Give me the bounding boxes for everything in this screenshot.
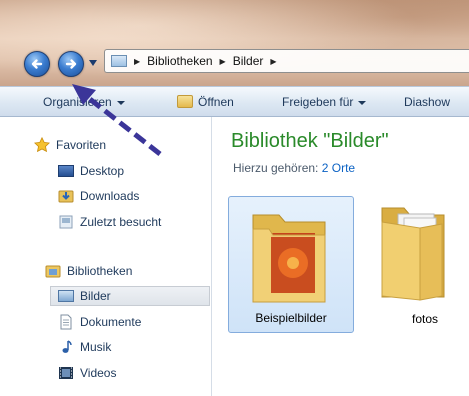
sidebar-item-videos[interactable]: Videos (58, 363, 116, 383)
star-icon (34, 137, 50, 153)
breadcrumb-separator-icon[interactable]: ▶ (134, 57, 140, 66)
videos-library-icon (59, 367, 73, 379)
chevron-down-icon (358, 100, 367, 105)
sidebar-item-favoriten[interactable]: Favoriten (34, 135, 106, 155)
sidebar-item-downloads[interactable]: Downloads (58, 186, 139, 206)
downloads-folder-icon (58, 190, 74, 203)
sidebar-item-label: Videos (80, 366, 117, 380)
sidebar-item-musik[interactable]: Musik (58, 337, 111, 357)
sidebar-item-label: Musik (80, 340, 112, 354)
recent-pages-dropdown[interactable] (89, 60, 97, 66)
folder-with-photo-icon (252, 214, 326, 303)
folder-label: Beispielbilder (255, 311, 327, 325)
breadcrumb-separator-icon[interactable]: ▶ (270, 57, 276, 66)
sidebar-item-bibliotheken[interactable]: Bibliotheken (45, 261, 132, 281)
sidebar-item-label: Desktop (80, 164, 125, 178)
folder-with-documents-icon (381, 207, 445, 301)
sidebar-item-label: Bilder (80, 289, 111, 303)
share-label: Freigeben für (282, 95, 354, 109)
breadcrumb-separator-icon[interactable]: ▶ (220, 57, 226, 66)
address-bar[interactable]: ▶ Bibliotheken ▶ Bilder ▶ (104, 49, 469, 73)
slideshow-label: Diashow (404, 95, 451, 109)
navigation-pane: Favoriten Desktop Downloads Zuletzt besu… (0, 117, 212, 396)
desktop-icon (58, 165, 74, 177)
organize-label: Organisieren (43, 95, 112, 109)
sidebar-item-label: Dokumente (80, 315, 142, 329)
content-pane: Bibliothek "Bilder" Hierzu gehören: 2 Or… (212, 117, 469, 396)
open-button[interactable]: Öffnen (177, 95, 234, 109)
breadcrumb-bilder[interactable]: Bilder (233, 54, 264, 68)
sidebar-item-label: Bibliotheken (67, 264, 133, 278)
organize-button[interactable]: Organisieren (43, 95, 125, 109)
recent-places-icon (59, 215, 73, 229)
slideshow-button[interactable]: Diashow (404, 95, 450, 109)
open-folder-icon (177, 95, 193, 108)
music-library-icon (62, 340, 72, 353)
forward-arrow-icon (65, 59, 77, 69)
breadcrumb-bibliotheken[interactable]: Bibliotheken (147, 54, 212, 68)
pictures-library-icon (58, 290, 74, 302)
share-button[interactable]: Freigeben für (282, 95, 367, 109)
sidebar-item-desktop[interactable]: Desktop (58, 161, 124, 181)
documents-library-icon (60, 314, 72, 330)
sidebar-item-label: Downloads (80, 189, 140, 203)
sidebar-item-bilder[interactable]: Bilder (50, 286, 210, 306)
folder-tile-beispielbilder[interactable]: Beispielbilder (228, 196, 354, 333)
includes-locations-link[interactable]: 2 Orte (322, 161, 355, 175)
command-bar: Organisieren Öffnen Freigeben für Diasho… (0, 86, 469, 117)
sidebar-item-dokumente[interactable]: Dokumente (58, 312, 141, 332)
sidebar-item-recent[interactable]: Zuletzt besucht (58, 212, 161, 232)
library-location-icon (111, 55, 127, 67)
libraries-icon (45, 265, 61, 278)
page-title: Bibliothek "Bilder" (231, 130, 389, 152)
library-includes: Hierzu gehören: 2 Orte (233, 161, 355, 175)
open-label: Öffnen (198, 95, 234, 109)
sidebar-item-label: Zuletzt besucht (80, 215, 162, 229)
includes-label: Hierzu gehören: (233, 161, 319, 175)
chevron-down-icon (116, 100, 125, 105)
folder-label: fotos (411, 312, 438, 326)
sidebar-item-label: Favoriten (56, 138, 107, 152)
folder-tile-fotos[interactable]: fotos (362, 196, 469, 333)
back-button[interactable] (24, 51, 50, 77)
back-arrow-icon (31, 59, 43, 69)
forward-button[interactable] (58, 51, 84, 77)
